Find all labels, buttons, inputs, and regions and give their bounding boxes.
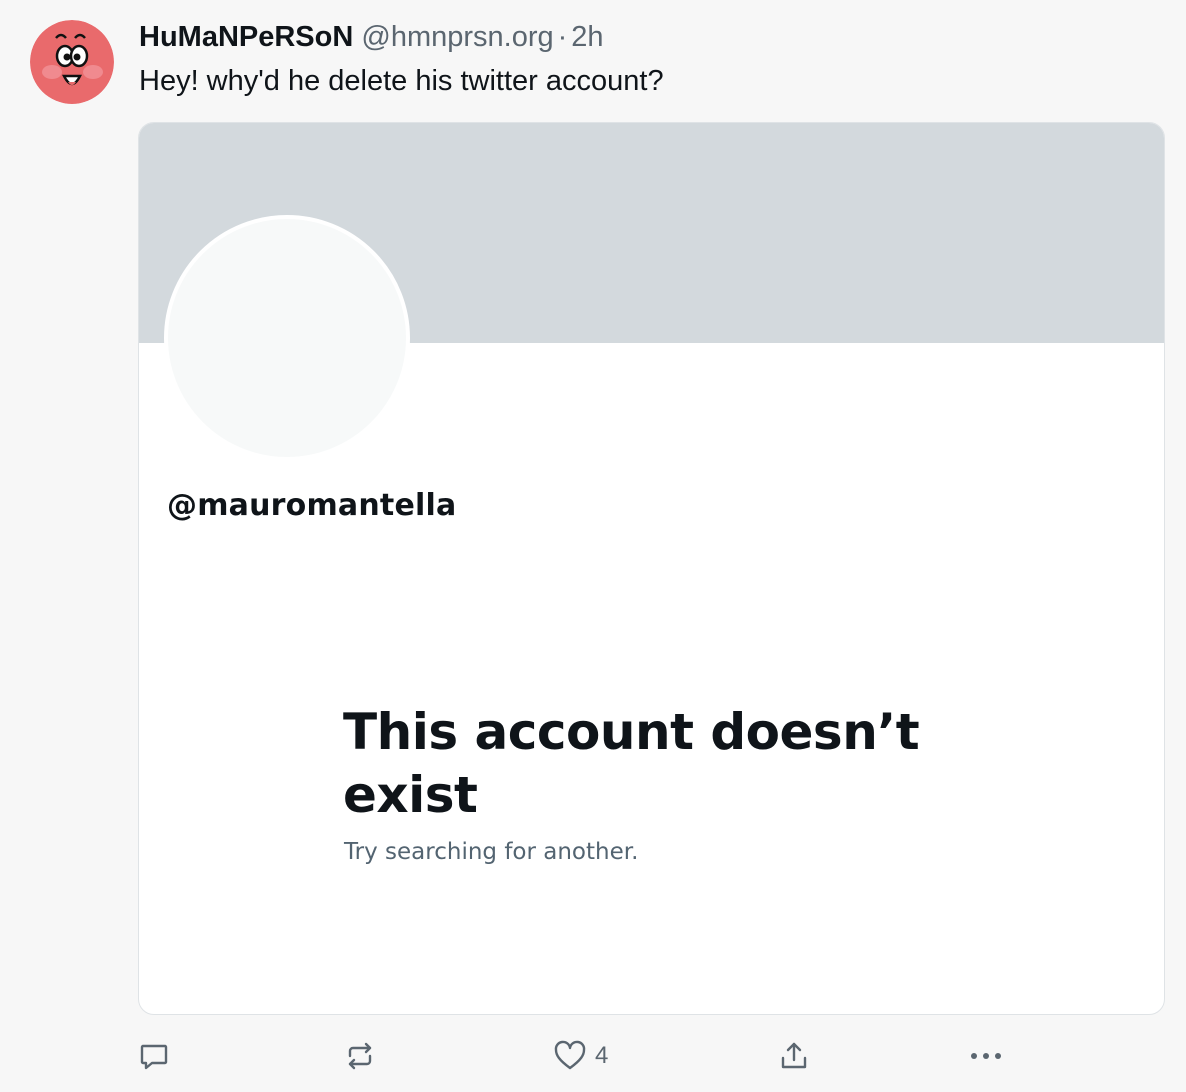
post-text: Hey! why'd he delete his twitter account… [139,65,664,97]
repost-button[interactable] [343,1036,377,1076]
avatar-face-icon [30,20,114,104]
post-timestamp[interactable]: 2h [571,21,603,53]
screenshot-title: This account doesn’t exist [343,703,920,824]
like-count: 4 [595,1042,609,1069]
like-button[interactable]: 4 [553,1036,608,1076]
screenshot-subtitle: Try searching for another. [344,839,639,865]
profile-picture-placeholder [164,215,410,461]
heart-icon [554,1040,586,1070]
repost-icon [348,1042,372,1070]
more-icon [971,1053,1001,1059]
header-separator: · [557,21,568,53]
screenshot-profile-handle: @mauromantella [167,488,457,523]
author-handle[interactable]: @hmnprsn.org [361,21,553,53]
more-options-button[interactable] [968,1036,1004,1076]
post: HuMaNPeRSoN @hmnprsn.org · 2h Hey! why'd h… [0,0,1186,1092]
share-button[interactable] [777,1036,811,1076]
post-actions: 4 [138,1036,1168,1076]
author-avatar[interactable] [30,20,114,104]
author-display-name[interactable]: HuMaNPeRSoN [139,21,353,53]
share-icon [781,1042,807,1069]
embedded-image[interactable]: @mauromantella This account doesn’t exis… [138,122,1165,1015]
post-header: HuMaNPeRSoN @hmnprsn.org · 2h [139,18,604,56]
reply-button[interactable] [138,1036,170,1076]
reply-icon [140,1044,168,1070]
